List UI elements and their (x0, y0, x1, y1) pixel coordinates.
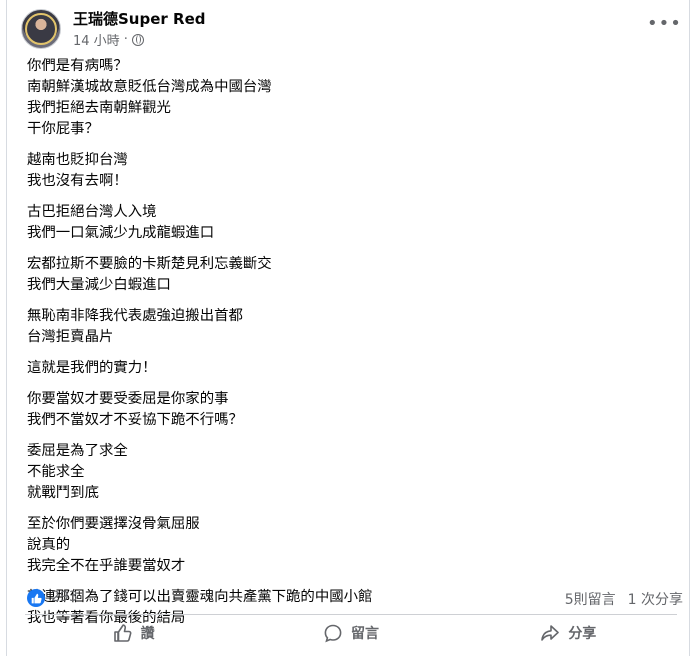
author-name[interactable]: 王瑞德Super Red (73, 8, 205, 29)
post-text-line: 我們拒絕去南朝鮮觀光 (27, 100, 171, 116)
post-header: 王瑞德Super Red 14 小時 · ••• (19, 8, 681, 50)
post-time[interactable]: 14 小時 (73, 30, 120, 49)
post-text-line: 台灣拒賣晶片 (27, 329, 114, 345)
thumbs-up-icon (27, 589, 45, 607)
comment-icon (323, 623, 343, 643)
share-icon (540, 623, 560, 643)
divider (25, 614, 677, 615)
author-avatar[interactable] (21, 9, 61, 49)
post-paragraph: 宏都拉斯不要臉的卡斯楚見利忘義斷交 我們大量減少白蝦進口 (27, 254, 677, 296)
post-text-line: 宏都拉斯不要臉的卡斯楚見利忘義斷交 (27, 256, 272, 272)
like-count[interactable]: 293 (51, 589, 78, 605)
share-button[interactable]: 分享 (460, 617, 677, 649)
comment-button[interactable]: 留言 (242, 617, 459, 649)
post-text-line: 你們是有病嗎？ (27, 58, 128, 74)
post-meta: 14 小時 · (73, 30, 144, 49)
post-paragraph: 古巴拒絕台灣人入境我們一口氣減少九成龍蝦進口 (27, 202, 677, 244)
post-text-line: 說真的 (27, 537, 71, 553)
comment-button-label: 留言 (350, 626, 379, 642)
post-text-line: 我們不當奴才不妥協下跪不行嗎？ (27, 412, 243, 428)
post-text-line: 這就是我們的實力！ (27, 360, 157, 376)
like-button-label: 讚 (140, 626, 155, 642)
post-text-line: 我完全不在乎誰要當奴才 (27, 558, 186, 574)
post-text-line: 古巴拒絕台灣人入境 (27, 204, 157, 220)
post-text-line: 南朝鮮漢城故意貶低台灣成為中國台灣 (27, 79, 272, 95)
post-text-line: 就戰鬥到底 (27, 485, 99, 501)
more-options-button[interactable]: ••• (647, 14, 681, 38)
thumbs-up-outline-icon (113, 623, 133, 643)
post-text-line: 你要當奴才要受委屈是你家的事 (27, 391, 229, 407)
post-stats: 293 5則留言 1 次分享 (27, 588, 683, 610)
post-text-line: 至於你們要選擇沒骨氣屈服 (27, 516, 200, 532)
post-paragraph: 越南也貶抑台灣 我也沒有去啊！ (27, 150, 677, 192)
engagement-counts: 5則留言 1 次分享 (565, 589, 683, 609)
like-button[interactable]: 讚 (25, 617, 242, 649)
post-text-line: 越南也貶抑台灣 (27, 152, 128, 168)
post-paragraph: 你們是有病嗎？ 南朝鮮漢城故意貶低台灣成為中國台灣 我們拒絕去南朝鮮觀光 干你屁事？ (27, 56, 677, 140)
post-text-line: 干你屁事？ (27, 121, 99, 137)
post-body: 你們是有病嗎？ 南朝鮮漢城故意貶低台灣成為中國台灣 我們拒絕去南朝鮮觀光 干你屁事？ 越… (27, 56, 677, 639)
globe-icon[interactable] (131, 33, 144, 46)
comment-count[interactable]: 5則留言 (565, 589, 616, 609)
post-text-line: 我們一口氣減少九成龍蝦進口 (27, 225, 215, 241)
post-text-line: 不能求全 (27, 464, 85, 480)
post-paragraph: 這就是我們的實力！ (27, 358, 677, 379)
post-text-line: 我也沒有去啊！ (27, 173, 128, 189)
meta-separator: · (123, 32, 128, 47)
post-card: 王瑞德Super Red 14 小時 · ••• 你們是有病嗎？ 南朝鮮漢城故意貶… (6, 0, 690, 656)
post-text-line: 無恥南非降我代表處強迫搬出首都 (27, 308, 243, 324)
post-paragraph: 至於你們要選擇沒骨氣屈服 說真的我完全不在乎誰要當奴才 (27, 514, 677, 577)
share-count[interactable]: 1 次分享 (628, 589, 683, 609)
post-paragraph: 委屈是為了求全 不能求全就戰鬥到底 (27, 441, 677, 504)
post-text-line: 委屈是為了求全 (27, 443, 128, 459)
post-text-line: 我們大量減少白蝦進口 (27, 277, 171, 293)
action-bar: 讚 留言 分享 (25, 617, 677, 649)
post-paragraph: 你要當奴才要受委屈是你家的事 我們不當奴才不妥協下跪不行嗎？ (27, 389, 677, 431)
post-paragraph: 無恥南非降我代表處強迫搬出首都 台灣拒賣晶片 (27, 306, 677, 348)
share-button-label: 分享 (568, 626, 597, 642)
